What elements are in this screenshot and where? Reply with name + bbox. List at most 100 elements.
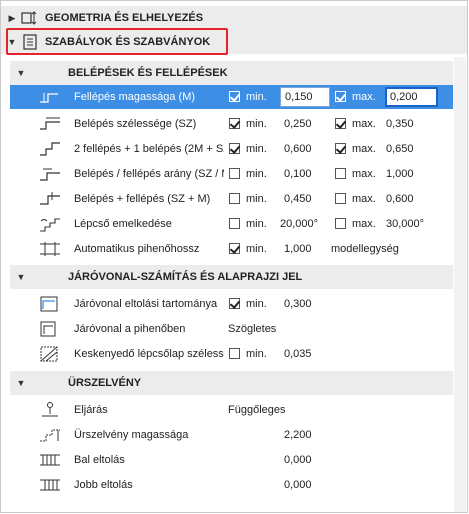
table-row[interactable]: Járóvonal a pihenőben Szögletes <box>10 317 453 341</box>
max-value[interactable]: 0,600 <box>386 187 414 211</box>
value-text[interactable]: Szögletes <box>228 317 276 341</box>
min-checkbox[interactable] <box>229 243 240 254</box>
row-label: Ürszelvény magassága <box>74 429 189 441</box>
min-checkbox[interactable] <box>229 298 240 309</box>
riser-height-icon <box>38 88 62 106</box>
min-value[interactable]: 0,250 <box>284 112 312 136</box>
max-label: max. <box>352 193 376 205</box>
min-input[interactable]: 0,150 <box>280 87 330 107</box>
value-text[interactable]: 0,000 <box>284 448 312 472</box>
scrollbar[interactable] <box>454 57 466 512</box>
max-value[interactable]: 30,000° <box>386 212 424 236</box>
min-value[interactable]: 0,100 <box>284 162 312 186</box>
table-row[interactable]: Automatikus pihenőhossz min. 1,000 model… <box>10 237 453 261</box>
max-checkbox[interactable] <box>335 143 346 154</box>
geometry-header-label: GEOMETRIA ÉS ELHELYEZÉS <box>45 12 204 24</box>
unit-label: modellegység <box>331 243 399 255</box>
min-value[interactable]: 0,600 <box>284 137 312 161</box>
max-value[interactable]: 0,350 <box>386 112 414 136</box>
max-label: max. <box>352 218 376 230</box>
max-label: max. <box>352 143 376 155</box>
row-label: Bal eltolás <box>74 454 125 466</box>
collapse-arrow-icon[interactable]: ▼ <box>10 68 32 78</box>
step-ratio-icon <box>38 165 62 183</box>
max-value[interactable]: 0,650 <box>386 137 414 161</box>
table-row[interactable]: Jobb eltolás 0,000 <box>10 473 453 497</box>
max-label: max. <box>352 118 376 130</box>
min-label: min. <box>246 143 267 155</box>
min-label: min. <box>246 348 267 360</box>
table-row[interactable]: Járóvonal eltolási tartománya min. 0,300 <box>10 292 453 316</box>
walkline-section-label: JÁRÓVONAL-SZÁMÍTÁS ÉS ALAPRAJZI JEL <box>68 271 303 283</box>
row-label: Járóvonal a pihenőben <box>74 323 186 335</box>
rules-content: ▼ BELÉPÉSEK ÉS FELLÉPÉSEK Fellépés magas… <box>10 57 453 512</box>
walkline-offset-icon <box>38 295 62 313</box>
table-row[interactable]: Ürszelvény magassága 2,200 <box>10 423 453 447</box>
geometry-icon <box>19 9 41 27</box>
value-text[interactable]: 0,000 <box>284 473 312 497</box>
min-label: min. <box>246 243 267 255</box>
max-value[interactable]: 1,000 <box>386 162 414 186</box>
max-checkbox[interactable] <box>335 91 346 102</box>
table-row[interactable]: Belépés / fellépés arány (SZ / M) min. 0… <box>10 162 453 186</box>
min-label: min. <box>246 118 267 130</box>
max-label: max. <box>352 91 376 103</box>
min-checkbox[interactable] <box>229 193 240 204</box>
table-row[interactable]: Lépcső emelkedése min. 20,000° max. 30,0… <box>10 212 453 236</box>
expand-arrow-icon[interactable]: ▶ <box>5 13 19 24</box>
max-checkbox[interactable] <box>335 218 346 229</box>
max-checkbox[interactable] <box>335 118 346 129</box>
table-row[interactable]: Belépés szélessége (SZ) min. 0,250 max. … <box>10 112 453 136</box>
headroom-height-icon <box>38 426 62 444</box>
table-row[interactable]: Bal eltolás 0,000 <box>10 448 453 472</box>
min-label: min. <box>246 91 267 103</box>
row-label: Jobb eltolás <box>74 479 133 491</box>
value-text[interactable]: Függőleges <box>228 398 286 422</box>
geometry-header[interactable]: ▶ GEOMETRIA ÉS ELHELYEZÉS <box>1 6 467 30</box>
right-offset-icon <box>38 476 62 494</box>
row-label: Automatikus pihenőhossz <box>74 243 200 255</box>
profile-section-header[interactable]: ▼ ÜRSZELVÉNY <box>10 371 453 395</box>
min-value[interactable]: 0,035 <box>284 342 312 366</box>
table-row[interactable]: Belépés + fellépés (SZ + M) min. 0,450 m… <box>10 187 453 211</box>
max-checkbox[interactable] <box>335 168 346 179</box>
value-text[interactable]: 2,200 <box>284 423 312 447</box>
row-label: Járóvonal eltolási tartománya <box>74 298 218 310</box>
table-row[interactable]: Eljárás Függőleges <box>10 398 453 422</box>
min-value[interactable]: 0,300 <box>284 292 312 316</box>
table-row[interactable]: Fellépés magassága (M) min. 0,150 max. 0… <box>10 85 453 109</box>
profile-section-label: ÜRSZELVÉNY <box>68 377 142 389</box>
min-checkbox[interactable] <box>229 168 240 179</box>
min-value[interactable]: 0,450 <box>284 187 312 211</box>
left-offset-icon <box>38 451 62 469</box>
max-checkbox[interactable] <box>335 193 346 204</box>
min-value[interactable]: 1,000 <box>284 237 312 261</box>
row-label: Belépés szélessége (SZ) <box>74 118 197 130</box>
row-label: Keskenyedő lépcsőlap szélessége <box>74 348 224 360</box>
row-label: Belépés / fellépés arány (SZ / M) <box>74 168 224 180</box>
min-value[interactable]: 20,000° <box>280 212 318 236</box>
min-label: min. <box>246 193 267 205</box>
steps-section-label: BELÉPÉSEK ÉS FELLÉPÉSEK <box>68 67 228 79</box>
walkline-landing-icon <box>38 320 62 338</box>
method-icon <box>38 401 62 419</box>
winder-width-icon <box>38 345 62 363</box>
min-checkbox[interactable] <box>229 348 240 359</box>
min-checkbox[interactable] <box>229 143 240 154</box>
min-label: min. <box>246 218 267 230</box>
max-input[interactable]: 0,200 <box>385 87 438 107</box>
row-label: Belépés + fellépés (SZ + M) <box>74 193 211 205</box>
row-label: 2 fellépés + 1 belépés (2M + SZ) <box>74 143 224 155</box>
table-row[interactable]: 2 fellépés + 1 belépés (2M + SZ) min. 0,… <box>10 137 453 161</box>
walkline-section-header[interactable]: ▼ JÁRÓVONAL-SZÁMÍTÁS ÉS ALAPRAJZI JEL <box>10 265 453 289</box>
collapse-arrow-icon[interactable]: ▼ <box>10 272 32 282</box>
min-checkbox[interactable] <box>229 218 240 229</box>
table-row[interactable]: Keskenyedő lépcsőlap szélessége min. 0,0… <box>10 342 453 366</box>
collapse-arrow-icon[interactable]: ▼ <box>10 378 32 388</box>
min-checkbox[interactable] <box>229 91 240 102</box>
step-formula-icon <box>38 140 62 158</box>
steps-section-header[interactable]: ▼ BELÉPÉSEK ÉS FELLÉPÉSEK <box>10 61 453 85</box>
stair-slope-icon <box>38 215 62 233</box>
min-checkbox[interactable] <box>229 118 240 129</box>
tread-width-icon <box>38 115 62 133</box>
